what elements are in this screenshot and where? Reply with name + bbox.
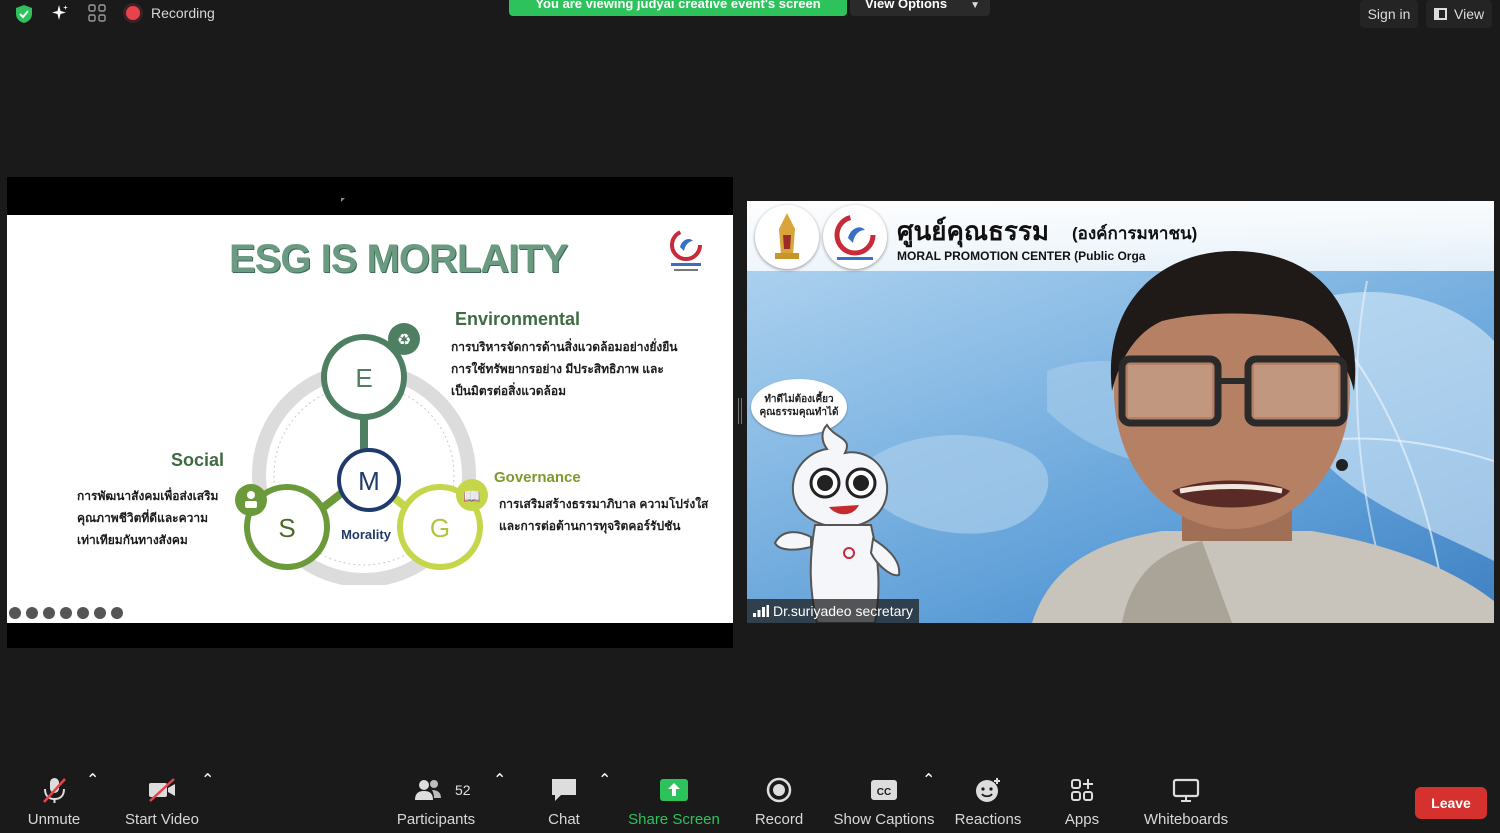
governance-description: การเสริมสร้างธรรมาภิบาล ความโปร่งใส และก… <box>499 493 719 537</box>
g-letter: G <box>430 513 450 543</box>
view-options-dropdown[interactable]: View Options ▼ <box>850 0 990 16</box>
social-line: คุณภาพชีวิตที่ดีและความ <box>77 511 209 525</box>
whiteboards-button[interactable]: Whiteboards <box>1140 770 1232 833</box>
more-icon[interactable] <box>94 607 106 619</box>
social-description: การพัฒนาสังคมเพื่อส่งเสริม คุณภาพชีวิตที… <box>77 485 227 551</box>
chat-bubble-icon <box>552 779 576 801</box>
remote-cursor-icon <box>341 198 345 202</box>
participant-count-badge: 52 <box>455 782 471 798</box>
book-icon: 📖 <box>463 489 480 505</box>
view-layout-icon <box>1434 8 1447 20</box>
ai-companion-sparkle-icon[interactable] <box>50 3 70 23</box>
meeting-controls-toolbar: Unmute ⌃ Start Video ⌃ 52 Participants ⌃ <box>0 770 1500 833</box>
chat-options-caret-icon[interactable]: ⌃ <box>598 770 611 833</box>
camera-icon[interactable] <box>77 607 89 619</box>
social-line: การพัฒนาสังคมเพื่อส่งเสริม <box>77 489 219 503</box>
social-heading: Social <box>171 450 225 470</box>
royal-crest-icon <box>755 205 819 269</box>
mascot-character-icon <box>773 423 901 623</box>
show-captions-button[interactable]: CC Show Captions <box>832 770 936 833</box>
share-screen-arrow-icon <box>660 779 688 801</box>
reactions-button[interactable]: Reactions <box>952 770 1024 833</box>
apps-button[interactable]: Apps <box>1056 770 1108 833</box>
show-captions-label: Show Captions <box>833 811 935 828</box>
connection-signal-icon <box>753 605 769 617</box>
participants-label: Participants <box>396 811 476 828</box>
participants-icon <box>414 780 441 800</box>
record-label: Record <box>754 811 804 828</box>
leave-button[interactable]: Leave <box>1415 787 1487 819</box>
apps-label: Apps <box>1064 811 1100 828</box>
pen-icon[interactable] <box>26 607 38 619</box>
person-icon-body <box>245 501 257 508</box>
zoom-icon[interactable] <box>43 607 55 619</box>
next-slide-icon[interactable] <box>111 607 123 619</box>
view-label: View <box>1454 6 1485 22</box>
audio-options-caret-icon[interactable]: ⌃ <box>86 770 99 833</box>
governance-line: การเสริมสร้างธรรมาภิบาล ความโปร่งใส <box>499 497 709 511</box>
slide-title: ESG IS MORLAITY <box>229 237 568 281</box>
whiteboard-icon <box>1172 778 1200 802</box>
share-screen-label: Share Screen <box>628 811 720 828</box>
record-button[interactable]: Record <box>748 770 810 833</box>
participants-options-caret-icon[interactable]: ⌃ <box>493 770 506 833</box>
top-bar: Recording You are viewing judyai creativ… <box>0 0 1500 30</box>
moral-center-logo-icon <box>670 229 702 271</box>
unmute-button[interactable]: Unmute <box>14 770 94 833</box>
person-icon <box>247 491 255 499</box>
viewing-screen-banner: You are viewing judyai creative event's … <box>509 0 847 16</box>
microphone-muted-icon <box>43 778 66 803</box>
recycle-icon: ♻ <box>397 330 411 349</box>
view-button[interactable]: View <box>1426 0 1492 28</box>
e-letter: E <box>355 363 372 393</box>
chat-button[interactable]: Chat <box>536 770 592 833</box>
gallery-grid-icon[interactable] <box>88 4 106 22</box>
governance-line: และการต่อต้านการทุจริตคอร์รัปชัน <box>499 519 681 533</box>
participant-name-tag: Dr.suriyadeo secretary <box>747 599 920 623</box>
s-letter: S <box>278 513 295 543</box>
bubble-line: คุณธรรมคุณทำได้ <box>759 407 839 418</box>
cc-text: CC <box>877 787 891 798</box>
m-letter: M <box>358 466 380 496</box>
previous-slide-icon[interactable] <box>9 607 21 619</box>
captions-options-caret-icon[interactable]: ⌃ <box>922 770 935 833</box>
reactions-label: Reactions <box>954 811 1022 828</box>
view-options-label: View Options <box>865 0 948 11</box>
zoom-meeting-window: Recording You are viewing judyai creativ… <box>0 0 1500 833</box>
morality-label: Morality <box>341 527 392 542</box>
slide-controls <box>9 607 123 621</box>
recording-label: Recording <box>151 5 215 21</box>
panel-resize-handle[interactable] <box>738 398 742 424</box>
participant-video-feed <box>1032 251 1494 623</box>
start-video-label: Start Video <box>125 811 199 828</box>
participants-button[interactable]: 52 Participants <box>395 770 477 833</box>
security-shield-icon[interactable] <box>14 4 34 24</box>
camera-off-icon <box>149 778 175 802</box>
whiteboards-label: Whiteboards <box>1143 811 1229 828</box>
share-screen-button[interactable]: Share Screen <box>628 770 720 833</box>
video-options-caret-icon[interactable]: ⌃ <box>201 770 214 833</box>
start-video-button[interactable]: Start Video <box>119 770 205 833</box>
bubble-line: ทำดีไม่ต้องเคี้ยว <box>764 394 834 405</box>
social-line: เท่าเทียมกันทางสังคม <box>77 533 188 547</box>
reactions-emoji-icon <box>976 778 1000 802</box>
unmute-label: Unmute <box>27 811 81 828</box>
governance-heading: Governance <box>494 469 581 486</box>
participant-name: Dr.suriyadeo secretary <box>773 603 914 619</box>
captions-icon[interactable] <box>60 607 72 619</box>
presentation-slide: ESG IS MORLAITY Environmental การบริหารจ… <box>7 215 733 623</box>
apps-grid-icon <box>1071 779 1093 801</box>
record-icon <box>766 777 792 803</box>
participant-video-panel[interactable]: ศูนย์คุณธรรม (องค์การมหาชน) MORAL PROMOT… <box>747 201 1494 623</box>
recording-indicator-icon <box>126 6 140 20</box>
sign-in-button[interactable]: Sign in <box>1360 0 1418 28</box>
person-badge <box>235 484 267 516</box>
closed-captions-icon: CC <box>871 780 897 800</box>
shared-screen-panel[interactable]: ESG IS MORLAITY Environmental การบริหารจ… <box>7 177 733 648</box>
moral-promotion-center-logo-icon <box>823 205 887 269</box>
esg-morality-diagram: E ♻ S G 📖 M Morality <box>235 323 488 585</box>
chat-label: Chat <box>548 811 580 828</box>
chevron-down-icon: ▼ <box>970 0 980 11</box>
